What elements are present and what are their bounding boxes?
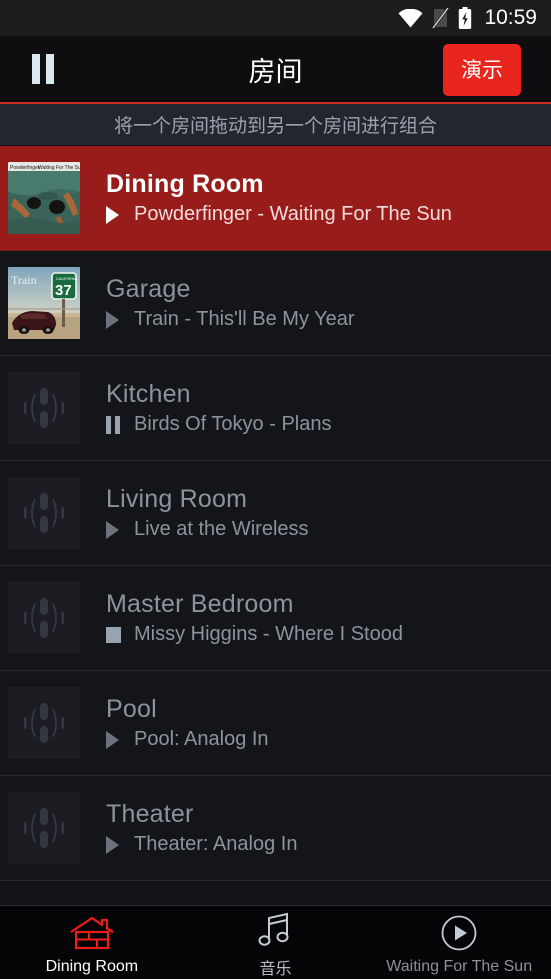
- demo-button[interactable]: 演示: [443, 44, 521, 96]
- room-now-playing: Theater: Analog In: [106, 833, 297, 856]
- room-row-dining-room[interactable]: Powderfinger Waiting For The Sun Dining …: [0, 146, 551, 251]
- nav-label-rooms: Dining Room: [45, 958, 139, 975]
- room-now-playing: Train - This'll Be My Year: [106, 308, 355, 331]
- room-track: Theater: Analog In: [134, 833, 298, 855]
- room-track: Powderfinger - Waiting For The Sun: [134, 203, 452, 225]
- room-name: Master Bedroom: [106, 590, 294, 618]
- play-icon: [106, 520, 121, 539]
- room-now-playing: Missy Higgins - Where I Stood: [106, 623, 403, 646]
- status-time: 10:59: [484, 6, 537, 29]
- app-screen: 10:59 房间 演示 将一个房间拖动到另一个房间进行组合 Powderfing…: [0, 0, 551, 979]
- speaker-placeholder-icon: [8, 582, 80, 654]
- room-row-garage[interactable]: Train CALIFORNIA 37 Garage Train - This'…: [0, 251, 551, 356]
- nav-item-music[interactable]: 音乐: [184, 906, 368, 979]
- room-row-kitchen[interactable]: Kitchen Birds Of Tokyo - Plans: [0, 356, 551, 461]
- room-info: Dining Room Powderfinger - Waiting For T…: [106, 170, 452, 226]
- room-info: Kitchen Birds Of Tokyo - Plans: [106, 380, 331, 436]
- room-name: Pool: [106, 695, 157, 723]
- play-icon: [106, 730, 121, 749]
- play-circle-icon: [440, 913, 478, 953]
- nav-label-music: 音乐: [259, 961, 292, 978]
- app-bar: 房间 演示: [0, 36, 551, 104]
- room-track: Live at the Wireless: [134, 518, 309, 540]
- pause-icon-bar-left: [32, 54, 40, 84]
- speaker-placeholder-icon: [8, 792, 80, 864]
- room-now-playing: Powderfinger - Waiting For The Sun: [106, 203, 452, 226]
- svg-text:CALIFORNIA: CALIFORNIA: [56, 277, 78, 281]
- pause-icon-bar-right: [46, 54, 54, 84]
- speaker-placeholder-icon: [8, 477, 80, 549]
- room-now-playing: Live at the Wireless: [106, 518, 309, 541]
- room-track: Train - This'll Be My Year: [134, 308, 355, 330]
- svg-text:Waiting For The Sun: Waiting For The Sun: [38, 165, 80, 171]
- play-icon: [106, 835, 121, 854]
- play-icon: [106, 310, 121, 329]
- play-icon: [106, 205, 121, 224]
- room-info: Master Bedroom Missy Higgins - Where I S…: [106, 590, 403, 646]
- room-info: Living Room Live at the Wireless: [106, 485, 309, 541]
- room-name: Garage: [106, 275, 191, 303]
- svg-text:Train: Train: [11, 273, 37, 287]
- stop-icon: [106, 626, 121, 644]
- drag-hint-banner: 将一个房间拖动到另一个房间进行组合: [0, 104, 551, 146]
- nav-label-now-playing: Waiting For The Sun: [386, 958, 533, 975]
- room-name: Theater: [106, 800, 194, 828]
- pause-button[interactable]: [12, 54, 74, 84]
- nav-item-now-playing[interactable]: Waiting For The Sun: [367, 906, 551, 979]
- room-name: Dining Room: [106, 170, 264, 198]
- album-art-train-california-37: Train CALIFORNIA 37: [8, 267, 80, 339]
- room-list[interactable]: Powderfinger Waiting For The Sun Dining …: [0, 146, 551, 905]
- no-sim-icon: [432, 7, 450, 29]
- room-track: Pool: Analog In: [134, 728, 269, 750]
- room-name: Living Room: [106, 485, 248, 513]
- room-name: Kitchen: [106, 380, 191, 408]
- speaker-placeholder-icon: [8, 372, 80, 444]
- room-track: Missy Higgins - Where I Stood: [134, 623, 403, 645]
- album-art-waiting-for-the-sun: Powderfinger Waiting For The Sun: [8, 162, 80, 234]
- status-bar: 10:59: [0, 0, 551, 36]
- room-now-playing: Birds Of Tokyo - Plans: [106, 413, 331, 436]
- room-info: Pool Pool: Analog In: [106, 695, 269, 751]
- speaker-placeholder-icon: [8, 687, 80, 759]
- house-icon: [69, 913, 115, 953]
- room-info: Theater Theater: Analog In: [106, 800, 297, 856]
- svg-text:Powderfinger: Powderfinger: [10, 165, 40, 171]
- room-info: Garage Train - This'll Be My Year: [106, 275, 355, 331]
- room-row-pool[interactable]: Pool Pool: Analog In: [0, 671, 551, 776]
- bottom-navigation: Dining Room 音乐 Waiting For The Sun: [0, 905, 551, 979]
- music-note-icon: [257, 910, 295, 950]
- svg-text:37: 37: [55, 282, 72, 299]
- room-track: Birds Of Tokyo - Plans: [134, 413, 332, 435]
- room-row-living-room[interactable]: Living Room Live at the Wireless: [0, 461, 551, 566]
- room-row-theater[interactable]: Theater Theater: Analog In: [0, 776, 551, 881]
- wifi-icon: [398, 8, 423, 28]
- pause-icon: [106, 415, 121, 434]
- battery-charging-icon: [458, 6, 472, 30]
- room-now-playing: Pool: Analog In: [106, 728, 269, 751]
- nav-item-rooms[interactable]: Dining Room: [0, 906, 184, 979]
- room-row-master-bedroom[interactable]: Master Bedroom Missy Higgins - Where I S…: [0, 566, 551, 671]
